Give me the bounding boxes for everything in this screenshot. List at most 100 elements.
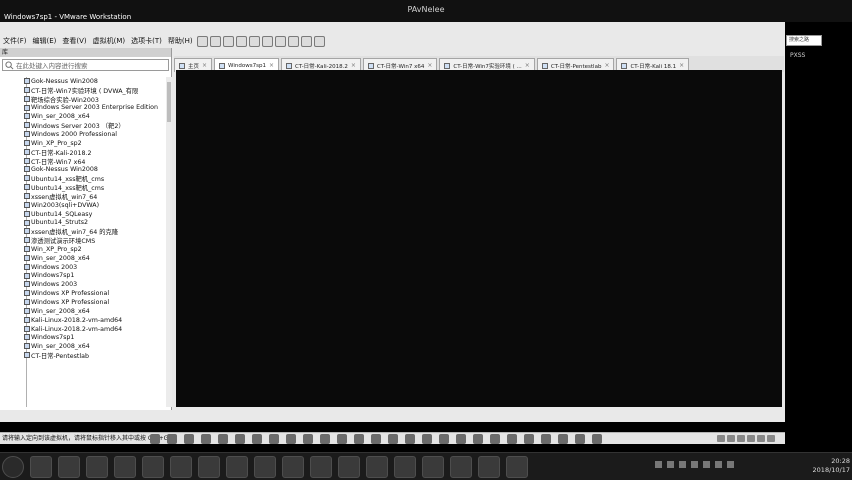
vm-tree-item[interactable]: CT-日常-Win7实验环境 ( DVWA_有限: [0, 86, 170, 95]
guest-app-icon[interactable]: [269, 434, 279, 444]
vm-tree-item[interactable]: Win_XP_Pro_sp2: [0, 245, 170, 254]
usb-icon[interactable]: [747, 435, 755, 442]
volume-icon[interactable]: [715, 461, 722, 468]
vm-tree-item[interactable]: Ubuntu14_SQLeasy: [0, 210, 170, 219]
snapshot-icon[interactable]: [222, 35, 234, 47]
guest-app-icon[interactable]: [541, 434, 551, 444]
fullscreen-icon[interactable]: [287, 35, 299, 47]
app-icon[interactable]: [114, 456, 136, 478]
vmware-icon[interactable]: [506, 456, 528, 478]
guest-app-icon[interactable]: [507, 434, 517, 444]
sidebar-scrollbar[interactable]: [166, 77, 172, 407]
vm-tree-item[interactable]: Windows Server 2003 （靶2）: [0, 121, 170, 130]
guest-app-icon[interactable]: [473, 434, 483, 444]
revert-snapshot-icon[interactable]: [235, 35, 247, 47]
tray-icon[interactable]: [679, 461, 686, 468]
app-icon[interactable]: [310, 456, 332, 478]
app-icon[interactable]: [338, 456, 360, 478]
app-icon[interactable]: [86, 456, 108, 478]
vm-tree-item[interactable]: Win_ser_2008_x64: [0, 307, 170, 316]
guest-app-icon[interactable]: [524, 434, 534, 444]
vm-display[interactable]: [176, 70, 782, 407]
pause-icon[interactable]: [196, 35, 208, 47]
app-icon[interactable]: [254, 456, 276, 478]
vm-tree-item[interactable]: Windows XP Professional: [0, 289, 170, 298]
vm-tree-item[interactable]: Windows Server 2003 Enterprise Edition: [0, 104, 170, 113]
guest-app-icon[interactable]: [201, 434, 211, 444]
sound-icon[interactable]: [757, 435, 765, 442]
vm-tree-item[interactable]: Win_ser_2008_x64: [0, 342, 170, 351]
vm-tree-item[interactable]: Gok-Nessus Win2008: [0, 165, 170, 174]
app-icon[interactable]: [282, 456, 304, 478]
vm-tree-item[interactable]: 靶场综合实验-Win2003: [0, 95, 170, 104]
vm-tree-item[interactable]: xssen虚拟机_win7_64 的克隆: [0, 227, 170, 236]
menu-edit[interactable]: 编辑(E): [30, 36, 60, 46]
app-icon[interactable]: [170, 456, 192, 478]
guest-app-icon[interactable]: [405, 434, 415, 444]
guest-app-icon[interactable]: [252, 434, 262, 444]
guest-app-icon[interactable]: [286, 434, 296, 444]
guest-app-icon[interactable]: [371, 434, 381, 444]
display-icon[interactable]: [767, 435, 775, 442]
console-view-icon[interactable]: [313, 35, 325, 47]
vm-tree-item[interactable]: Win_ser_2008_x64: [0, 112, 170, 121]
guest-app-icon[interactable]: [235, 434, 245, 444]
vm-tree-item[interactable]: CT-日常-Pentestlab: [0, 351, 170, 360]
vm-tree-item[interactable]: Windows 2003: [0, 280, 170, 289]
guest-app-icon[interactable]: [388, 434, 398, 444]
vm-tree-item[interactable]: Kali-Linux-2018.2-vm-amd64: [0, 325, 170, 334]
show-library-icon[interactable]: [261, 35, 273, 47]
right-search-field[interactable]: 搜索之路: [786, 35, 822, 46]
vm-tree-item[interactable]: Ubuntu14_xss靶机_cms: [0, 174, 170, 183]
vm-tree-item[interactable]: Kali-Linux-2018.2-vm-amd64: [0, 316, 170, 325]
guest-app-icon[interactable]: [184, 434, 194, 444]
taskbar-clock[interactable]: 20:28 2018/10/17: [802, 457, 850, 475]
guest-app-icon[interactable]: [592, 434, 602, 444]
guest-app-icon[interactable]: [167, 434, 177, 444]
guest-app-icon[interactable]: [558, 434, 568, 444]
hdd-icon[interactable]: [717, 435, 725, 442]
tray-arrow-icon[interactable]: [655, 461, 662, 468]
menu-file[interactable]: 文件(F): [0, 36, 30, 46]
start-button-icon[interactable]: [2, 456, 24, 478]
app-icon[interactable]: [478, 456, 500, 478]
scrollbar-thumb[interactable]: [167, 82, 171, 122]
app-icon[interactable]: [422, 456, 444, 478]
app-icon[interactable]: [366, 456, 388, 478]
app-icon[interactable]: [226, 456, 248, 478]
vm-tree-item[interactable]: Windows XP Professional: [0, 298, 170, 307]
snapshot-manager-icon[interactable]: [248, 35, 260, 47]
library-search-input[interactable]: 在此处键入内容进行搜索: [2, 59, 169, 71]
guest-app-icon[interactable]: [354, 434, 364, 444]
network-icon[interactable]: [703, 461, 710, 468]
close-tab-icon[interactable]: ×: [525, 62, 530, 69]
close-tab-icon[interactable]: ×: [269, 62, 274, 69]
vm-tree-item[interactable]: Gok-Nessus Win2008: [0, 77, 170, 86]
menu-view[interactable]: 查看(V): [59, 36, 89, 46]
thumbnail-icon[interactable]: [274, 35, 286, 47]
vm-tree-item[interactable]: xssen虚拟机_win7_64: [0, 192, 170, 201]
vm-tree-item[interactable]: Win_ser_2008_x64: [0, 254, 170, 263]
menu-vm[interactable]: 虚拟机(M): [90, 36, 129, 46]
guest-app-icon[interactable]: [439, 434, 449, 444]
guest-app-icon[interactable]: [422, 434, 432, 444]
guest-app-icon[interactable]: [337, 434, 347, 444]
menu-help[interactable]: 帮助(H): [165, 36, 196, 46]
tray-icon[interactable]: [691, 461, 698, 468]
vm-tree-item[interactable]: Ubuntu14_xss靶机_cms: [0, 183, 170, 192]
guest-app-icon[interactable]: [303, 434, 313, 444]
guest-app-icon[interactable]: [218, 434, 228, 444]
input-method-icon[interactable]: [727, 461, 734, 468]
close-tab-icon[interactable]: ×: [351, 62, 356, 69]
app-icon[interactable]: [394, 456, 416, 478]
guest-app-icon[interactable]: [320, 434, 330, 444]
send-keys-icon[interactable]: [209, 35, 221, 47]
app-icon[interactable]: [450, 456, 472, 478]
vm-tree-item[interactable]: Windows7sp1: [0, 333, 170, 342]
vm-tree-item[interactable]: Ubuntu14_Struts2: [0, 219, 170, 228]
vm-tree-item[interactable]: Windows7sp1: [0, 272, 170, 281]
vm-tree-item[interactable]: Windows 2000 Professional: [0, 130, 170, 139]
app-icon[interactable]: [198, 456, 220, 478]
tray-icon[interactable]: [667, 461, 674, 468]
guest-app-icon[interactable]: [490, 434, 500, 444]
